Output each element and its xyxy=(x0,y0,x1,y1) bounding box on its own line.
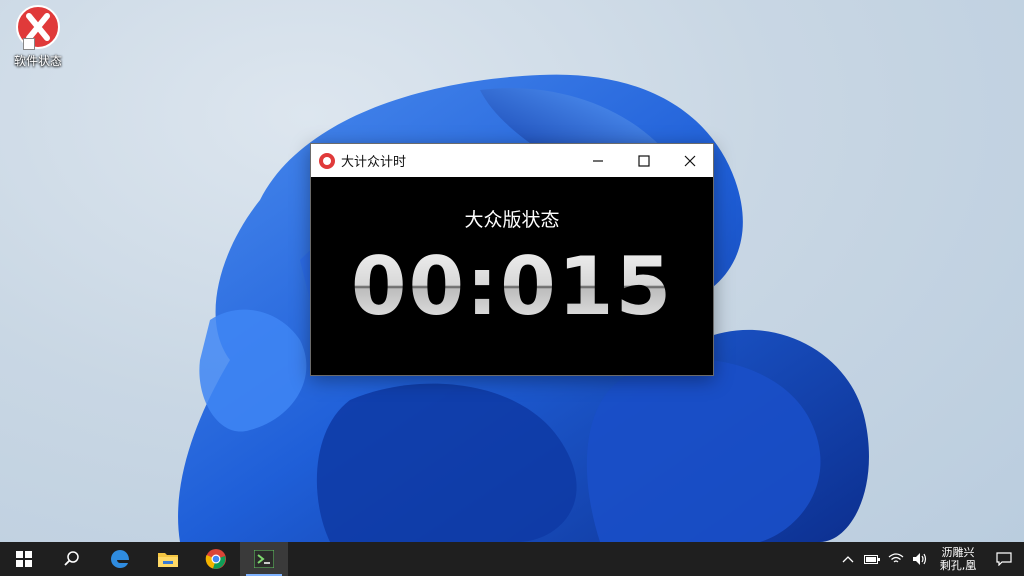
shortcut-arrow-icon xyxy=(23,38,35,50)
file-explorer-icon xyxy=(158,553,178,567)
search-icon xyxy=(64,551,79,566)
battery-icon xyxy=(864,554,880,564)
window-controls xyxy=(575,144,713,177)
minimize-icon xyxy=(593,159,603,162)
volume-icon xyxy=(913,553,927,565)
desktop-icon-software-status[interactable]: 软件状态 xyxy=(6,4,70,69)
volume-button[interactable] xyxy=(908,542,932,576)
timer-client-area: 大众版状态 00:015 xyxy=(311,177,713,375)
action-center-button[interactable] xyxy=(984,542,1024,576)
timer-app-icon xyxy=(254,550,274,568)
clock-date: 剩孔,凰 xyxy=(939,559,977,572)
chevron-up-icon xyxy=(842,556,854,563)
notification-icon xyxy=(996,552,1012,566)
taskbar-clock[interactable]: 沥雕兴 剩孔,凰 xyxy=(932,546,984,572)
timer-app-button[interactable] xyxy=(240,542,288,576)
edge-button[interactable] xyxy=(96,542,144,576)
timer-display: 00:015 xyxy=(311,239,713,335)
chrome-icon xyxy=(205,549,226,569)
close-icon xyxy=(684,155,696,166)
taskbar: 沥雕兴 剩孔,凰 xyxy=(0,542,1024,576)
close-button[interactable] xyxy=(667,144,713,177)
system-tray: 沥雕兴 剩孔,凰 xyxy=(836,542,1024,576)
wifi-icon xyxy=(888,553,904,563)
search-button[interactable] xyxy=(48,542,96,576)
maximize-button[interactable] xyxy=(621,144,667,177)
red-circle-app-icon xyxy=(319,152,335,169)
status-text: 大众版状态 xyxy=(464,209,560,231)
minimize-button[interactable] xyxy=(575,144,621,177)
red-x-app-icon xyxy=(15,4,61,50)
network-button[interactable] xyxy=(884,542,908,576)
file-explorer-button[interactable] xyxy=(144,542,192,576)
desktop-icon-label: 软件状态 xyxy=(13,54,62,68)
chrome-button[interactable] xyxy=(192,542,240,576)
battery-button[interactable] xyxy=(860,542,884,576)
maximize-icon xyxy=(638,154,650,167)
window-titlebar[interactable]: 大计众计时 xyxy=(311,144,713,177)
clock-time: 沥雕兴 xyxy=(941,546,975,559)
window-title: 大计众计时 xyxy=(341,155,407,170)
show-hidden-icons-button[interactable] xyxy=(836,542,860,576)
timer-window: 大计众计时 大众版状态 00:015 xyxy=(310,143,714,376)
windows-start-icon xyxy=(16,551,32,567)
edge-icon xyxy=(111,550,129,568)
start-button[interactable] xyxy=(0,542,48,576)
